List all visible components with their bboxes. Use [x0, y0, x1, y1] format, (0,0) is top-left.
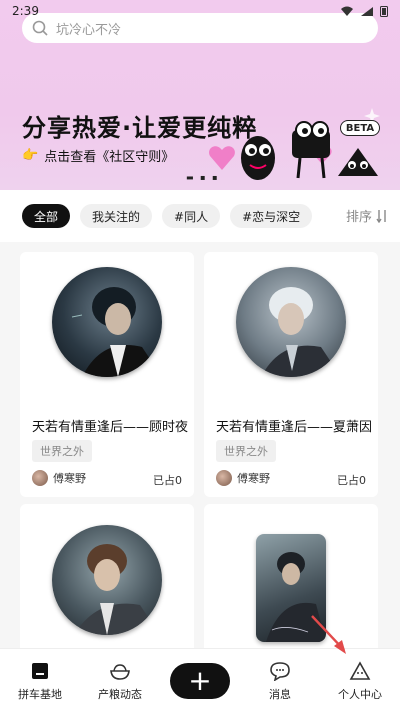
search-icon	[32, 20, 48, 36]
sort-icon	[376, 209, 386, 223]
status-icons	[340, 5, 388, 17]
banner-pager-dots: ▬ ▪ ▪	[186, 173, 220, 182]
filter-row: 全部 我关注的 #同人 #恋与深空	[0, 190, 400, 242]
community-rules-link[interactable]: 👉 点击查看《社区守则》	[22, 146, 174, 165]
badge-image	[52, 525, 162, 635]
nav-label: 个人中心	[338, 687, 382, 701]
nav-carpool-base[interactable]: 拼车基地	[0, 649, 80, 711]
nav-label: 产粮动态	[98, 687, 142, 701]
post-card[interactable]	[20, 504, 194, 648]
avatar	[216, 470, 232, 486]
plus-icon: +	[170, 662, 230, 699]
message-icon	[269, 660, 291, 682]
status-time: 2:39	[12, 4, 39, 18]
post-title: 天若有情重逢后——夏萧因	[216, 420, 373, 435]
wifi-icon	[341, 6, 353, 16]
post-feed: 天若有情重逢后——顾时夜 世界之外 傅寒野 已占0 天若有情重逢后——夏萧因 世…	[0, 242, 400, 648]
post-author[interactable]: 傅寒野	[32, 470, 86, 486]
post-image	[20, 252, 194, 392]
post-tag[interactable]: 世界之外	[32, 440, 92, 462]
community-rules-label: 点击查看《社区守则》	[44, 150, 175, 165]
pointing-hand-icon: 👉	[22, 148, 39, 163]
signal-icon	[361, 6, 373, 16]
nav-create[interactable]: +	[160, 649, 240, 711]
post-card[interactable]: 天若有情重逢后——顾时夜 世界之外 傅寒野 已占0	[20, 252, 194, 497]
rice-bowl-icon	[109, 660, 131, 682]
badge-image	[236, 267, 346, 377]
chip-following[interactable]: 我关注的	[80, 204, 153, 228]
post-title: 天若有情重逢后——顾时夜	[32, 420, 189, 435]
post-author[interactable]: 傅寒野	[216, 470, 270, 486]
claimed-count: 已占0	[337, 474, 366, 487]
sort-label: 排序	[345, 210, 372, 225]
post-card[interactable]: 天若有情重逢后——夏萧因 世界之外 傅寒野 已占0	[204, 252, 378, 497]
pointer-arrow-icon	[311, 615, 346, 654]
beta-badge: BETA	[340, 120, 380, 136]
nav-grain-feed[interactable]: 产粮动态	[80, 649, 160, 711]
chip-fanwork[interactable]: #同人	[162, 204, 221, 228]
avatar	[32, 470, 48, 486]
sort-button[interactable]: 排序	[346, 206, 388, 225]
badge-image	[52, 267, 162, 377]
post-tag[interactable]: 世界之外	[216, 440, 276, 462]
post-image	[20, 510, 194, 648]
chip-all[interactable]: 全部	[22, 204, 71, 228]
post-image	[204, 252, 378, 392]
nav-label: 拼车基地	[18, 687, 62, 701]
banner-title: 分享热爱·让爱更纯粹	[22, 114, 258, 142]
profile-triangle-icon	[349, 660, 371, 682]
author-name: 傅寒野	[53, 472, 86, 485]
chip-love-deep-space[interactable]: #恋与深空	[230, 204, 313, 228]
author-name: 傅寒野	[237, 472, 270, 485]
claimed-count: 已占0	[153, 474, 182, 487]
status-bar: 2:39	[0, 0, 400, 22]
battery-icon	[380, 6, 388, 17]
nav-label: 消息	[269, 687, 291, 701]
carpool-base-icon	[29, 660, 51, 682]
